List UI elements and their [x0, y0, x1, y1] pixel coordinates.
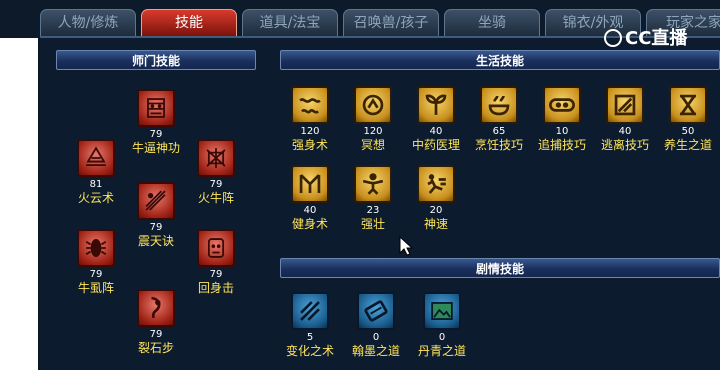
school-skill-4[interactable]: 79 牛虱阵 [64, 229, 128, 295]
story-skill-0[interactable]: 5 变化之术 [278, 292, 342, 358]
skill-name: 强壮 [360, 217, 385, 231]
school-skill-5[interactable]: 79 回身击 [184, 229, 248, 295]
skill-name: 翰墨之道 [351, 344, 400, 358]
skill-level: 5 [306, 332, 314, 343]
bull-formation-icon [197, 139, 235, 177]
life-skill-2[interactable]: 40 中药医理 [404, 86, 468, 152]
divine-speed-icon [417, 165, 455, 203]
life-skills-header: 生活技能 [280, 50, 720, 70]
mouse-cursor-icon [399, 236, 413, 256]
bull-mask-icon [137, 89, 175, 127]
fire-cloud-icon [77, 139, 115, 177]
skill-level: 120 [363, 126, 383, 137]
skill-name: 冥想 [360, 138, 385, 152]
skill-level: 10 [555, 126, 569, 137]
school-skill-3[interactable]: 79 震天诀 [124, 182, 188, 248]
skill-level: 50 [681, 126, 695, 137]
cc-live-watermark: CC直播 [604, 28, 716, 50]
skill-level: 120 [300, 126, 320, 137]
health-preservation-icon [669, 86, 707, 124]
robust-icon [354, 165, 392, 203]
story-skill-1[interactable]: 0 翰墨之道 [344, 292, 408, 358]
skill-level: 40 [303, 205, 317, 216]
watermark-text: CC直播 [625, 28, 688, 49]
rock-split-step-icon [137, 289, 175, 327]
skill-name: 养生之道 [663, 138, 712, 152]
skill-level: 40 [429, 126, 443, 137]
skill-name: 中药医理 [411, 138, 460, 152]
life-skill-5[interactable]: 40 逃离技巧 [593, 86, 657, 152]
skill-name: 变化之术 [285, 344, 334, 358]
school-skill-6[interactable]: 79 裂石步 [124, 289, 188, 355]
cooking-icon [480, 86, 518, 124]
school-skill-0[interactable]: 79 牛逼神功 [124, 89, 188, 155]
school-skill-2[interactable]: 79 火牛阵 [184, 139, 248, 205]
life-skill-6[interactable]: 50 养生之道 [656, 86, 720, 152]
skill-level: 23 [366, 205, 380, 216]
tab-skills[interactable]: 技能 [141, 9, 237, 36]
transformation-icon [291, 292, 329, 330]
skill-name: 烹饪技巧 [474, 138, 523, 152]
life-skill-7[interactable]: 40 健身术 [278, 165, 342, 231]
life-skill-1[interactable]: 120 冥想 [341, 86, 405, 152]
louse-formation-icon [77, 229, 115, 267]
skill-name: 牛虱阵 [77, 281, 114, 295]
skill-level: 20 [429, 205, 443, 216]
skill-name: 火牛阵 [197, 191, 234, 205]
skill-name: 牛逼神功 [131, 141, 180, 155]
skill-name: 震天诀 [137, 234, 174, 248]
skill-name: 火云术 [77, 191, 114, 205]
calligraphy-icon [357, 292, 395, 330]
skill-level: 79 [149, 329, 163, 340]
skill-level: 65 [492, 126, 506, 137]
painting-icon [423, 292, 461, 330]
skill-name: 强身术 [291, 138, 328, 152]
skill-level: 79 [149, 129, 163, 140]
escape-icon [606, 86, 644, 124]
skill-name: 裂石步 [137, 341, 174, 355]
pursuit-icon [543, 86, 581, 124]
strengthen-body-icon [291, 86, 329, 124]
skill-name: 神速 [423, 217, 448, 231]
tab-character[interactable]: 人物/修炼 [40, 9, 136, 36]
skill-level: 79 [89, 269, 103, 280]
window-left-edge [0, 0, 38, 370]
cc-logo-icon [604, 29, 622, 47]
skill-name: 健身术 [291, 217, 328, 231]
skill-level: 40 [618, 126, 632, 137]
story-skill-2[interactable]: 0 丹青之道 [410, 292, 474, 358]
fitness-icon [291, 165, 329, 203]
herbal-medicine-icon [417, 86, 455, 124]
skill-name: 丹青之道 [417, 344, 466, 358]
life-skill-3[interactable]: 65 烹饪技巧 [467, 86, 531, 152]
counter-strike-icon [197, 229, 235, 267]
skill-level: 0 [372, 332, 380, 343]
life-skill-0[interactable]: 120 强身术 [278, 86, 342, 152]
story-skills-header: 剧情技能 [280, 258, 720, 278]
skill-name: 追捕技巧 [537, 138, 586, 152]
skill-level: 81 [89, 179, 103, 190]
skill-level: 79 [149, 222, 163, 233]
school-skills-header: 师门技能 [56, 50, 256, 70]
skill-level: 0 [438, 332, 446, 343]
skill-name: 回身击 [197, 281, 234, 295]
life-skill-4[interactable]: 10 追捕技巧 [530, 86, 594, 152]
school-skill-1[interactable]: 81 火云术 [64, 139, 128, 205]
tab-mount[interactable]: 坐骑 [444, 9, 540, 36]
skill-level: 79 [209, 179, 223, 190]
tab-summons[interactable]: 召唤兽/孩子 [343, 9, 439, 36]
meditation-icon [354, 86, 392, 124]
life-skill-9[interactable]: 20 神速 [404, 165, 468, 231]
skill-level: 79 [209, 269, 223, 280]
skill-name: 逃离技巧 [600, 138, 649, 152]
life-skill-8[interactable]: 23 强壮 [341, 165, 405, 231]
tab-items[interactable]: 道具/法宝 [242, 9, 338, 36]
shake-heaven-icon [137, 182, 175, 220]
